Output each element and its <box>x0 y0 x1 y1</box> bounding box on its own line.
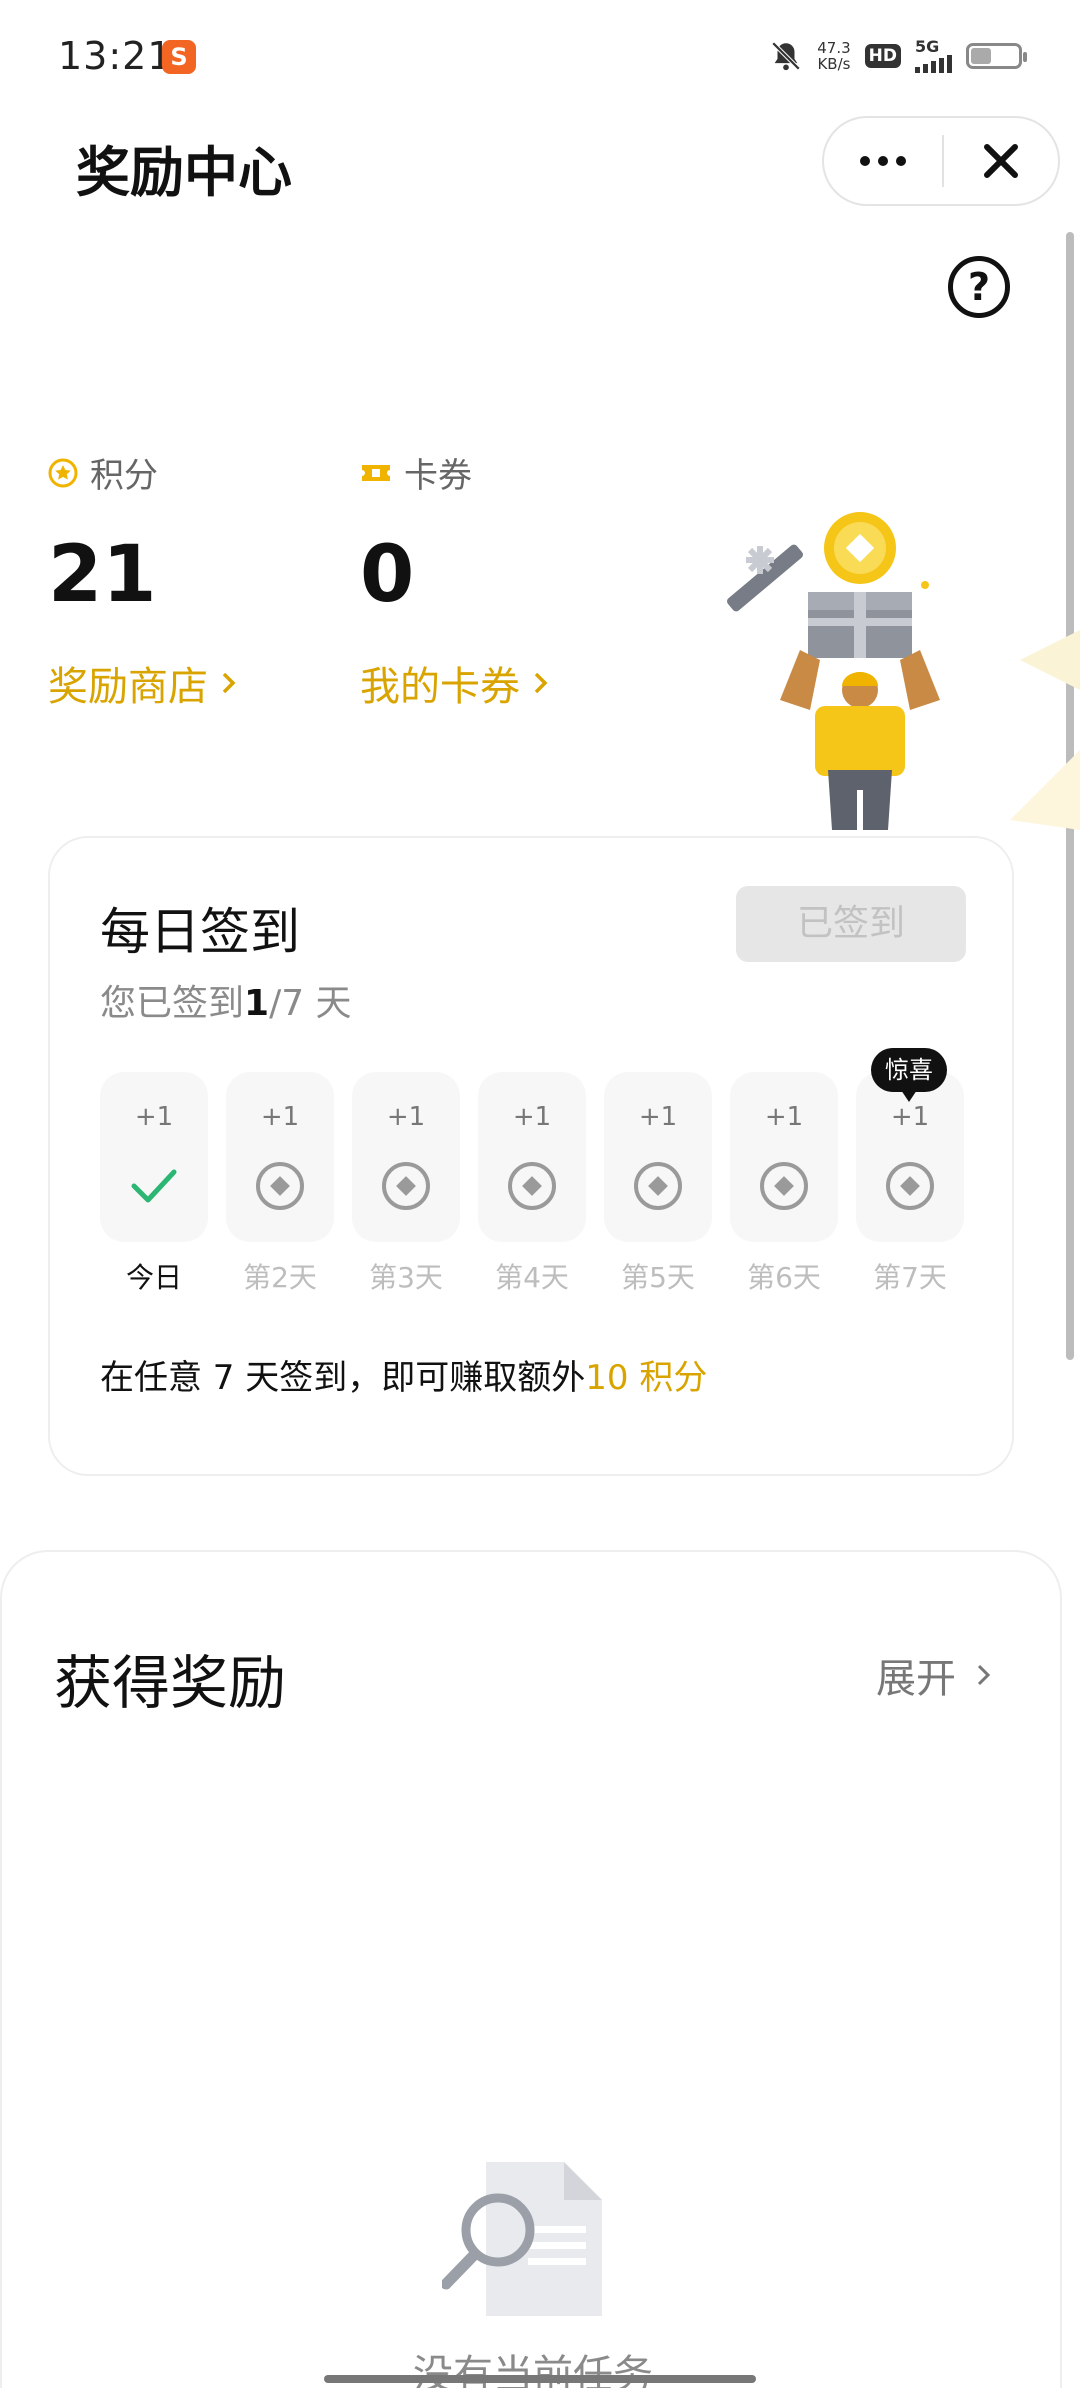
status-time: 13:21 <box>58 34 173 78</box>
close-icon <box>984 144 1018 178</box>
signin-day-5: +1 第5天 <box>604 1072 712 1296</box>
status-icons: 47.3 KB/s HD 5G <box>769 36 1027 76</box>
day-points: +1 <box>512 1102 552 1132</box>
empty-document-search-icon <box>442 2162 602 2316</box>
day-points: +1 <box>260 1102 300 1132</box>
points-value: 21 <box>48 530 157 620</box>
day-label: 第5天 <box>621 1261 695 1294</box>
close-button[interactable] <box>944 118 1058 204</box>
day-points: +1 <box>764 1102 804 1132</box>
coin-icon <box>886 1162 934 1210</box>
network-speed: 47.3 KB/s <box>817 40 850 72</box>
day-box: +1 <box>352 1072 460 1242</box>
coupons-label: 卡券 <box>360 448 472 497</box>
question-mark-icon: ? <box>967 265 991 309</box>
gift-person-illustration <box>727 512 1080 830</box>
battery-icon <box>966 43 1027 69</box>
status-bar: 13:21 S 47.3 KB/s HD 5G <box>0 0 1080 110</box>
signal-icon: 5G <box>915 39 952 73</box>
signin-day-6: +1 第6天 <box>730 1072 838 1296</box>
signin-day-2: +1 第2天 <box>226 1072 334 1296</box>
signin-progress: 您已签到1/7 天 <box>100 974 352 1026</box>
chevron-right-icon <box>977 1664 991 1686</box>
mini-program-capsule <box>822 116 1060 206</box>
coupons-value: 0 <box>360 530 415 620</box>
points-label-text: 积分 <box>90 456 158 496</box>
signin-day-3: +1 第3天 <box>352 1072 460 1296</box>
network-type: 5G <box>915 37 940 56</box>
day-points: +1 <box>134 1102 174 1132</box>
signed-in-button[interactable]: 已签到 <box>736 886 966 962</box>
signin-day-1: +1 今日 <box>100 1072 208 1296</box>
signin-bonus-points: 10 积分 <box>585 1358 708 1398</box>
home-indicator[interactable] <box>324 2375 756 2383</box>
day-points: +1 <box>638 1102 678 1132</box>
coin-icon <box>760 1162 808 1210</box>
day-box: +1 <box>478 1072 586 1242</box>
signin-day-7: +1 第7天 惊喜 <box>856 1048 964 1296</box>
network-speed-unit: KB/s <box>817 55 851 73</box>
expand-button[interactable]: 展开 <box>876 1646 994 1704</box>
day-label: 第4天 <box>495 1261 569 1294</box>
day-label: 第2天 <box>243 1261 317 1294</box>
day-label: 第6天 <box>747 1261 821 1294</box>
more-options-button[interactable] <box>824 118 942 204</box>
page-title: 奖励中心 <box>76 141 292 204</box>
expand-label: 展开 <box>876 1656 956 1702</box>
star-coin-icon <box>48 458 78 487</box>
day-points: +1 <box>890 1102 930 1132</box>
help-button[interactable]: ? <box>948 256 1010 318</box>
check-icon <box>131 1169 177 1203</box>
day-box: +1 <box>100 1072 208 1242</box>
day-box: +1 <box>604 1072 712 1242</box>
app-notification-icon: S <box>162 40 196 74</box>
coin-icon <box>634 1162 682 1210</box>
points-label: 积分 <box>48 448 158 497</box>
rewards-store-link-text: 奖励商店 <box>48 664 208 710</box>
rewards-card: 获得奖励 展开 没有当前任务 <box>0 1550 1062 2388</box>
chevron-right-icon <box>222 672 236 694</box>
dot-icon <box>878 156 888 166</box>
signin-days: +1 今日 +1 第2天 +1 第3天 +1 第4天 +1 第5天 +1 第6天… <box>100 1048 970 1294</box>
surprise-badge: 惊喜 <box>871 1048 947 1102</box>
dot-icon <box>896 156 906 166</box>
coupons-label-text: 卡券 <box>404 456 472 496</box>
signin-progress-suffix: /7 天 <box>269 983 352 1024</box>
signin-day-4: +1 第4天 <box>478 1072 586 1296</box>
daily-signin-card: 每日签到 已签到 您已签到1/7 天 +1 今日 +1 第2天 +1 第3天 +… <box>48 836 1014 1476</box>
network-speed-value: 47.3 <box>817 39 851 57</box>
coin-icon <box>256 1162 304 1210</box>
hd-icon: HD <box>864 44 901 68</box>
chevron-right-icon <box>534 672 548 694</box>
dot-icon <box>860 156 870 166</box>
rewards-store-link[interactable]: 奖励商店 <box>48 654 240 712</box>
day-label: 第3天 <box>369 1261 443 1294</box>
day-points: +1 <box>386 1102 426 1132</box>
signin-bonus-note: 在任意 7 天签到，即可赚取额外10 积分 <box>100 1350 707 1399</box>
day-box: +1 <box>730 1072 838 1242</box>
my-coupons-link-text: 我的卡券 <box>360 664 520 710</box>
mute-bell-icon <box>771 41 801 71</box>
coin-icon <box>382 1162 430 1210</box>
signin-bonus-text: 在任意 7 天签到，即可赚取额外 <box>100 1358 586 1398</box>
rewards-title: 获得奖励 <box>54 1649 287 1717</box>
day-box: +1 <box>226 1072 334 1242</box>
coin-icon <box>508 1162 556 1210</box>
day-label: 今日 <box>125 1261 182 1294</box>
ticket-icon <box>362 464 390 481</box>
day-label: 第7天 <box>873 1261 947 1294</box>
signin-title: 每日签到 <box>100 903 300 961</box>
signin-progress-prefix: 您已签到 <box>100 983 245 1024</box>
signin-progress-count: 1 <box>244 983 270 1024</box>
my-coupons-link[interactable]: 我的卡券 <box>360 654 552 712</box>
